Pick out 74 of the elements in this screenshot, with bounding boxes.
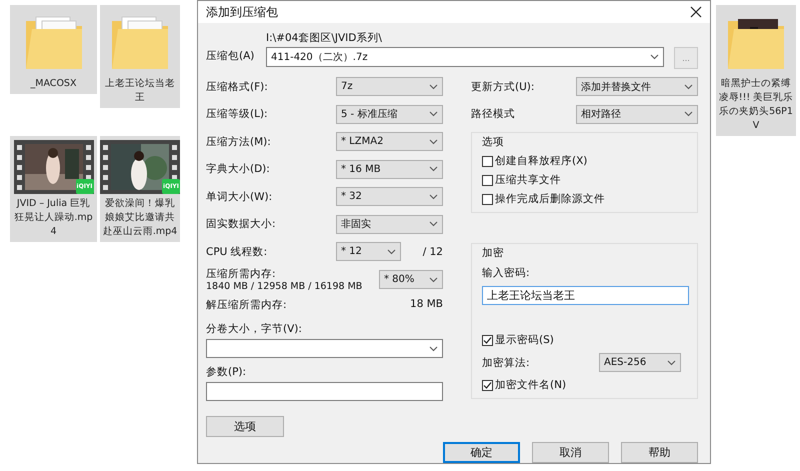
field-label: 输入密码: — [482, 266, 531, 280]
dialog-button[interactable]: 取消 — [532, 442, 609, 463]
field-label: 压缩等级(L): — [206, 107, 269, 121]
total-text: / 12 — [422, 246, 443, 258]
window-title: 添加到压缩包 — [206, 4, 278, 20]
checkbox-label: 压缩共享文件 — [495, 173, 561, 187]
dropdown[interactable]: * 80% — [379, 270, 443, 289]
icon-label: 上老王论坛当老王 — [104, 77, 176, 105]
value-text: 18 MB — [410, 298, 443, 312]
icon-label: 暗黑护士の紧缚凌辱!!! 美巨乳乐乐の夹奶头56P1V — [718, 77, 794, 133]
checkbox-label: 加密文件名(N) — [495, 378, 566, 392]
field-label: 路径模式 — [471, 107, 516, 121]
chevron-icon — [667, 360, 676, 366]
checkbox-label: 显示密码(S) — [495, 333, 554, 347]
close-icon[interactable] — [690, 6, 702, 18]
field-label: 更新方式(U): — [471, 80, 536, 94]
icon-label: 爱欲澡间！爆乳娘娘艾比邀请共赴巫山云雨.mp4 — [102, 197, 178, 239]
checkbox-label: 操作完成后删除源文件 — [495, 192, 605, 206]
dropdown[interactable]: 7z — [336, 77, 443, 96]
dropdown[interactable] — [206, 339, 443, 358]
dropdown[interactable]: 相对路径 — [576, 104, 698, 124]
group-title: 加密 — [481, 246, 505, 260]
path-text: I:\#04套图区\JVID系列\ — [266, 31, 383, 45]
field-label: 压缩包(A) — [206, 49, 256, 63]
chevron-icon — [650, 54, 659, 60]
desktop-icon[interactable]: 上老王论坛当老王 — [100, 5, 180, 108]
dropdown[interactable]: 5 - 标准压缩 — [336, 104, 443, 124]
field-label: 单词大小(W): — [206, 190, 274, 204]
checkbox[interactable] — [482, 174, 493, 186]
dropdown[interactable]: AES-256 — [599, 353, 681, 372]
checkbox[interactable] — [482, 156, 493, 166]
dialog-button[interactable]: 帮助 — [621, 442, 698, 463]
chevron-icon — [684, 111, 693, 117]
dropdown[interactable]: * 16 MB — [336, 160, 443, 178]
chevron-icon — [429, 138, 438, 144]
chevron-icon — [429, 221, 438, 227]
field-label: 加密算法: — [482, 356, 531, 370]
checkbox[interactable] — [482, 380, 493, 390]
chevron-icon — [429, 194, 438, 200]
icon-label: _MACOSX — [30, 77, 76, 91]
field-label: 固实数据大小: — [206, 217, 277, 231]
field-label: 参数(P): — [206, 365, 248, 379]
icon-label: JVID – Julia 巨乳狂晃让人躁动.mp4 — [13, 197, 94, 239]
field-label: 压缩所需内存: — [206, 267, 277, 281]
chevron-icon — [429, 346, 438, 352]
dropdown[interactable]: 411-420（二次）.7z — [266, 47, 664, 67]
field-label: 分卷大小，字节(V): — [206, 322, 303, 336]
chevron-icon — [429, 84, 438, 90]
options-button[interactable]: 选项 — [206, 416, 284, 437]
field-label: CPU 线程数: — [206, 244, 268, 258]
memory-text: 1840 MB / 12958 MB / 16198 MB — [206, 281, 364, 292]
field-label: 压缩方法(M): — [206, 134, 272, 148]
chevron-icon — [429, 166, 438, 172]
dialog-button[interactable]: 确定 — [443, 442, 520, 463]
input-field[interactable] — [206, 382, 443, 401]
chevron-icon — [684, 84, 693, 90]
dropdown[interactable]: 非固实 — [336, 214, 443, 234]
field-label: 字典大小(D): — [206, 162, 271, 176]
checkbox[interactable] — [482, 194, 493, 204]
group-title: 选项 — [481, 135, 505, 149]
desktop-icon[interactable]: _MACOSX — [10, 5, 97, 94]
field-label: 压缩格式(F): — [206, 80, 269, 94]
dropdown[interactable]: 添加并替换文件 — [576, 77, 698, 96]
field-label: 解压缩所需内存: — [206, 298, 287, 312]
dropdown[interactable]: * 12 — [336, 242, 401, 261]
password-field[interactable]: 上老王论坛当老王 — [482, 286, 689, 305]
checkbox-label: 创建自释放程序(X) — [495, 154, 588, 168]
dropdown[interactable]: * 32 — [336, 187, 443, 206]
chevron-icon — [429, 276, 438, 282]
checkbox[interactable] — [482, 334, 493, 346]
chevron-icon — [387, 248, 396, 254]
chevron-icon — [429, 111, 438, 117]
desktop-icon[interactable]: 暗黑护士の紧缚凌辱!!! 美巨乳乐乐の夹奶头56P1V — [716, 5, 796, 136]
dropdown[interactable]: * LZMA2 — [336, 132, 443, 151]
